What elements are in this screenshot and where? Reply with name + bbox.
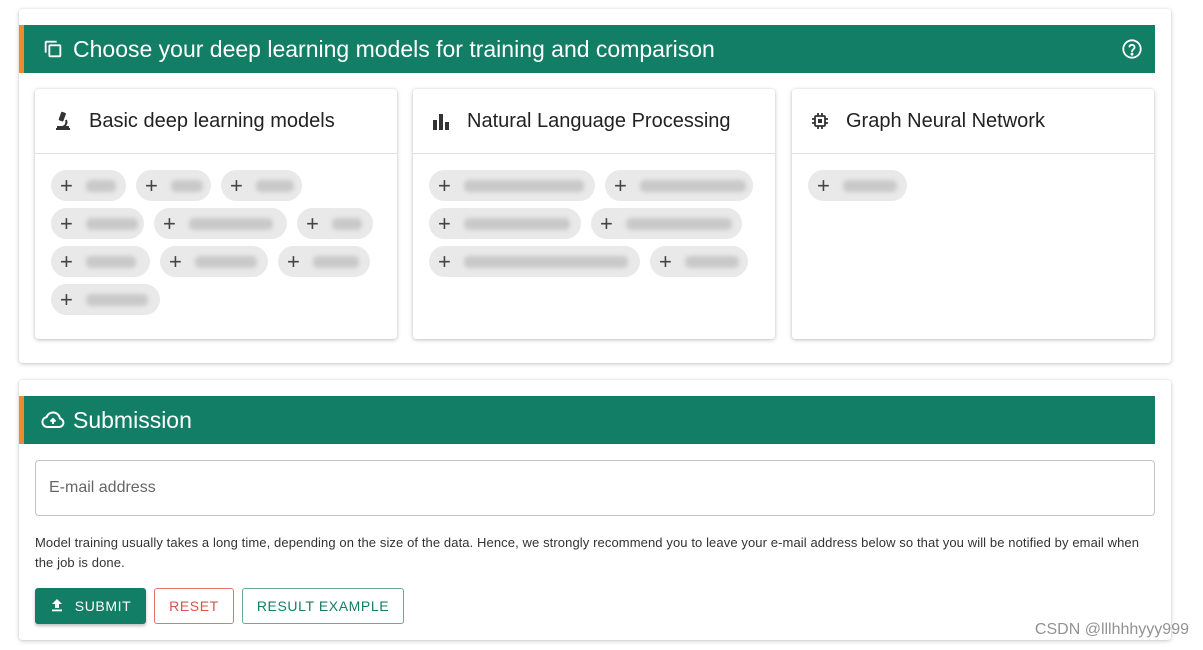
- model-chip[interactable]: +: [51, 208, 144, 239]
- models-header: Choose your deep learning models for tra…: [19, 25, 1155, 73]
- cloud-upload-icon: [41, 408, 65, 432]
- plus-icon: +: [60, 172, 73, 198]
- plus-icon: +: [169, 248, 182, 274]
- model-chip[interactable]: +: [605, 170, 753, 201]
- plus-icon: +: [60, 210, 73, 236]
- chip-label: [86, 255, 136, 268]
- reset-button[interactable]: RESET: [154, 588, 234, 624]
- model-chip[interactable]: +: [51, 246, 150, 277]
- plus-icon: +: [287, 248, 300, 274]
- chip-label: [256, 179, 294, 192]
- result-example-button[interactable]: RESULT EXAMPLE: [242, 588, 404, 624]
- chip-label: [464, 217, 570, 230]
- model-chip[interactable]: +: [221, 170, 302, 201]
- card-title: Graph Neural Network: [846, 109, 1045, 132]
- submission-title: Submission: [73, 406, 192, 433]
- model-chip[interactable]: +: [51, 170, 126, 201]
- models-panel: Choose your deep learning models for tra…: [19, 9, 1171, 363]
- chip-label: [685, 255, 739, 268]
- chip-label: [195, 255, 257, 268]
- card-nlp: Natural Language Processing + + + + + +: [413, 89, 775, 339]
- watermark: CSDN @lllhhhyyy999: [1034, 621, 1189, 638]
- model-chip[interactable]: +: [429, 170, 595, 201]
- submit-button[interactable]: SUBMIT: [35, 588, 146, 624]
- chip-label: [313, 255, 359, 268]
- plus-icon: +: [306, 210, 319, 236]
- submit-label: SUBMIT: [74, 598, 132, 614]
- plus-icon: +: [438, 172, 451, 198]
- chip-list: +: [792, 154, 1154, 208]
- model-chip[interactable]: +: [136, 170, 211, 201]
- email-input[interactable]: [36, 461, 1154, 515]
- email-field[interactable]: [35, 460, 1155, 516]
- plus-icon: +: [438, 248, 451, 274]
- model-chip[interactable]: +: [429, 246, 640, 277]
- card-basic-models: Basic deep learning models + + + + + + +…: [35, 89, 397, 339]
- plus-icon: +: [817, 172, 830, 198]
- chip-list: + + + + + + + + + +: [35, 154, 397, 322]
- card-header: Basic deep learning models: [35, 89, 397, 154]
- chip-icon: [810, 111, 830, 131]
- chip-label: [464, 255, 628, 268]
- card-title: Natural Language Processing: [467, 109, 731, 132]
- plus-icon: +: [163, 210, 176, 236]
- model-chip[interactable]: +: [51, 284, 160, 315]
- hint-text: Model training usually takes a long time…: [35, 535, 1140, 570]
- plus-icon: +: [600, 210, 613, 236]
- chip-label: [189, 217, 273, 230]
- plus-icon: +: [60, 248, 73, 274]
- card-gnn: Graph Neural Network +: [792, 89, 1154, 339]
- plus-icon: +: [60, 286, 73, 312]
- model-chip[interactable]: +: [808, 170, 907, 201]
- model-chip[interactable]: +: [278, 246, 370, 277]
- card-header: Natural Language Processing: [413, 89, 775, 154]
- submission-header: Submission: [19, 396, 1155, 444]
- chip-list: + + + + + +: [413, 154, 775, 284]
- upload-icon: [50, 598, 66, 614]
- microscope-icon: [53, 111, 73, 131]
- chip-label: [332, 217, 362, 230]
- card-title: Basic deep learning models: [89, 109, 335, 132]
- chip-label: [171, 179, 203, 192]
- library-copy-icon: [41, 37, 65, 61]
- chip-label: [464, 179, 584, 192]
- model-chip[interactable]: +: [297, 208, 373, 239]
- model-chip[interactable]: +: [650, 246, 748, 277]
- plus-icon: +: [230, 172, 243, 198]
- help-circle-icon[interactable]: [1121, 38, 1143, 60]
- model-chip[interactable]: +: [154, 208, 287, 239]
- submission-panel: Submission Model training usually takes …: [19, 380, 1171, 640]
- chip-label: [640, 179, 746, 192]
- model-chip[interactable]: +: [429, 208, 581, 239]
- plus-icon: +: [659, 248, 672, 274]
- chip-label: [86, 217, 138, 230]
- chip-label: [86, 179, 116, 192]
- chip-label: [86, 293, 148, 306]
- bar-chart-icon: [431, 111, 451, 131]
- model-chip[interactable]: +: [160, 246, 268, 277]
- models-section-title: Choose your deep learning models for tra…: [73, 35, 715, 62]
- card-header: Graph Neural Network: [792, 89, 1154, 154]
- chip-label: [626, 217, 732, 230]
- plus-icon: +: [614, 172, 627, 198]
- model-chip[interactable]: +: [591, 208, 742, 239]
- chip-label: [843, 179, 897, 192]
- plus-icon: +: [438, 210, 451, 236]
- plus-icon: +: [145, 172, 158, 198]
